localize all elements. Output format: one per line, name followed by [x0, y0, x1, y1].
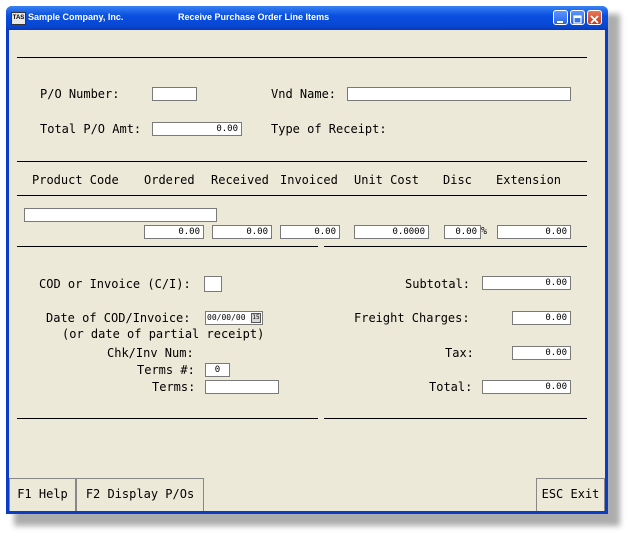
- product-code-field[interactable]: [24, 208, 217, 222]
- divider: [17, 418, 318, 419]
- minimize-icon: [557, 21, 563, 23]
- unit-cost-field[interactable]: 0.0000: [354, 225, 429, 239]
- window-title: Receive Purchase Order Line Items: [178, 12, 330, 22]
- disc-field[interactable]: 0.00: [444, 225, 481, 239]
- type-of-receipt-label: Type of Receipt:: [271, 122, 387, 136]
- invoiced-field[interactable]: 0.00: [280, 225, 340, 239]
- col-received: Received: [211, 173, 269, 187]
- cod-field[interactable]: [204, 276, 222, 292]
- terms-field[interactable]: [205, 380, 279, 394]
- maximize-icon: [573, 15, 582, 24]
- subtotal-field[interactable]: 0.00: [482, 276, 571, 290]
- col-unit-cost: Unit Cost: [354, 173, 420, 187]
- tax-field[interactable]: 0.00: [512, 346, 571, 360]
- f1-help-button[interactable]: F1 Help: [9, 478, 76, 511]
- freight-label: Freight Charges:: [354, 311, 470, 325]
- app-icon[interactable]: TAS: [11, 12, 26, 25]
- f2-display-pos-button[interactable]: F2 Display P/Os: [76, 478, 204, 511]
- extension-field[interactable]: 0.00: [497, 225, 571, 239]
- app-window: TAS Sample Company, Inc. Receive Purchas…: [6, 6, 608, 514]
- maximize-button[interactable]: [570, 10, 585, 25]
- terms-num-field[interactable]: 0: [205, 363, 230, 377]
- total-po-amt-field[interactable]: 0.00: [152, 122, 242, 136]
- divider: [17, 246, 318, 247]
- total-label: Total:: [429, 380, 473, 394]
- divider: [17, 57, 587, 58]
- po-number-label: P/O Number:: [40, 87, 120, 101]
- po-number-field[interactable]: [152, 87, 197, 101]
- col-product-code: Product Code: [32, 173, 119, 187]
- terms-num-label: Terms #:: [137, 363, 195, 377]
- terms-label: Terms:: [152, 380, 196, 394]
- esc-exit-button[interactable]: ESC Exit: [536, 478, 605, 511]
- tax-label: Tax:: [445, 346, 474, 360]
- date-sub-label: (or date of partial receipt): [62, 327, 265, 341]
- client-area: P/O Number: Vnd Name: Total P/O Amt: 0.0…: [9, 30, 605, 511]
- company-name: Sample Company, Inc.: [28, 12, 124, 22]
- divider: [17, 195, 587, 196]
- percent-sign: %: [481, 226, 488, 237]
- ordered-field[interactable]: 0.00: [144, 225, 204, 239]
- divider: [17, 161, 587, 162]
- chk-inv-label: Chk/Inv Num:: [107, 346, 194, 360]
- col-extension: Extension: [496, 173, 562, 187]
- title-bar[interactable]: TAS Sample Company, Inc. Receive Purchas…: [6, 6, 608, 30]
- col-invoiced: Invoiced: [280, 173, 338, 187]
- calendar-icon[interactable]: 15: [251, 313, 261, 323]
- close-button[interactable]: [587, 10, 602, 25]
- divider: [324, 246, 587, 247]
- col-ordered: Ordered: [144, 173, 195, 187]
- vnd-name-label: Vnd Name:: [271, 87, 337, 101]
- vnd-name-field[interactable]: [347, 87, 571, 101]
- total-field[interactable]: 0.00: [482, 380, 571, 394]
- freight-field[interactable]: 0.00: [512, 311, 571, 325]
- cod-label: COD or Invoice (C/I):: [39, 277, 191, 291]
- close-icon: [590, 15, 599, 24]
- subtotal-label: Subtotal:: [405, 277, 471, 291]
- col-disc: Disc: [443, 173, 472, 187]
- date-label: Date of COD/Invoice:: [46, 311, 191, 325]
- minimize-button[interactable]: [553, 10, 568, 25]
- received-field[interactable]: 0.00: [212, 225, 272, 239]
- total-po-amt-label: Total P/O Amt:: [40, 122, 142, 136]
- divider: [324, 418, 587, 419]
